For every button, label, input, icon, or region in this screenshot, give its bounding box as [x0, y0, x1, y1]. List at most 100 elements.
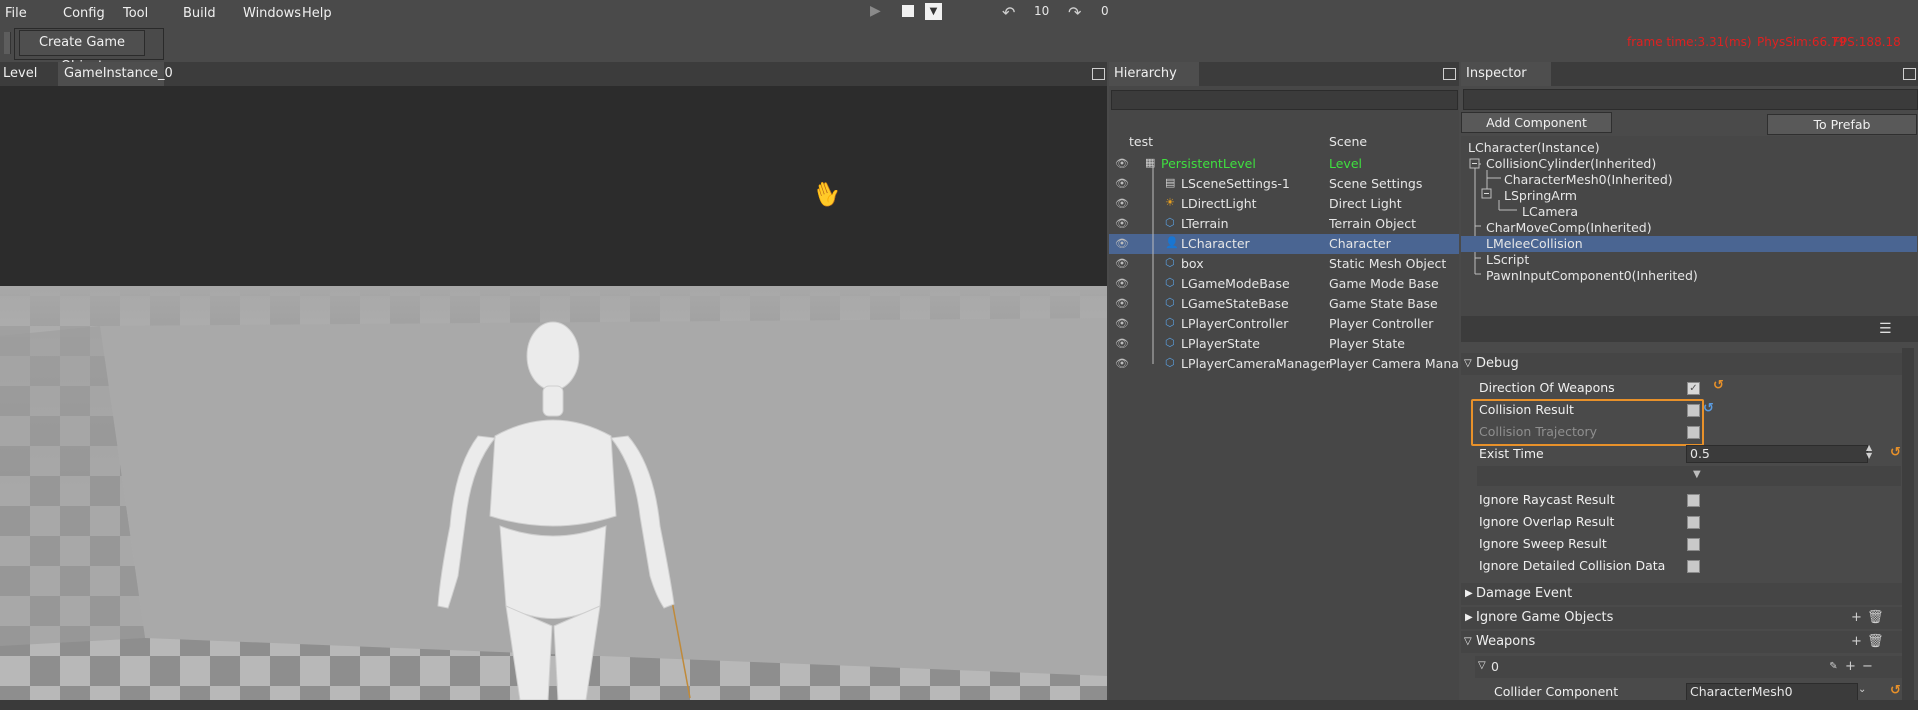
add-icon[interactable]: +	[1850, 635, 1863, 648]
inspector-search-input[interactable]	[1463, 89, 1918, 110]
damage-event-section-header[interactable]: ▶ Damage Event	[1461, 583, 1902, 605]
weapons-section-header[interactable]: ▽ Weapons + 🗑	[1461, 631, 1902, 653]
ignore-game-objects-section-header[interactable]: ▶ Ignore Game Objects + 🗑	[1461, 607, 1902, 629]
menu-windows[interactable]: Windows	[243, 6, 301, 21]
component-item[interactable]: LCamera	[1522, 204, 1578, 220]
component-tree: LCharacter(Instance) CollisionCylinder(I…	[1461, 136, 1917, 316]
game-viewport[interactable]: ✋	[0, 86, 1107, 700]
component-item[interactable]: LCharacter(Instance)	[1468, 140, 1600, 156]
ignore-detailed-checkbox[interactable]	[1687, 560, 1700, 573]
to-prefab-button[interactable]: To Prefab	[1767, 114, 1917, 135]
hierarchy-item-type: Player State	[1329, 336, 1405, 351]
collapsed-arrow-icon: ▶	[1465, 612, 1473, 623]
frame-time-stat: frame time:3.31(ms)	[1627, 35, 1752, 49]
collider-component-label: Collider Component	[1494, 684, 1619, 699]
play-mode-dropdown-icon[interactable]: ▼	[925, 3, 942, 20]
hierarchy-tree-lines	[1152, 166, 1154, 364]
hierarchy-item-type: Level	[1329, 156, 1362, 171]
reset-icon[interactable]: ↺	[1713, 378, 1724, 393]
tab-inspector[interactable]: Inspector	[1461, 62, 1551, 86]
ignore-sweep-checkbox[interactable]	[1687, 538, 1700, 551]
add-component-button[interactable]: Add Component	[1461, 112, 1612, 133]
damage-event-title: Damage Event	[1476, 586, 1573, 601]
hierarchy-item-name: LDirectLight	[1181, 196, 1257, 211]
debug-section-header[interactable]: ▽ Debug	[1461, 353, 1902, 375]
undo-icon[interactable]: ↶	[1002, 3, 1015, 22]
pin-icon[interactable]	[1092, 68, 1105, 80]
direction-of-weapons-checkbox[interactable]: ✓	[1687, 382, 1700, 395]
expanded-arrow-icon: ▽	[1464, 358, 1472, 369]
component-item[interactable]: CharacterMesh0(Inherited)	[1504, 172, 1673, 188]
hierarchy-item-name: LSceneSettings-1	[1181, 176, 1290, 191]
chevron-down-icon[interactable]: ⌄	[1858, 684, 1866, 695]
redo-icon[interactable]: ↷	[1068, 3, 1081, 22]
menu-file[interactable]: File	[5, 6, 27, 21]
weapon-index: 0	[1491, 659, 1499, 674]
expand-down-icon[interactable]: ▼	[1693, 469, 1701, 480]
hierarchy-item-name: box	[1181, 256, 1204, 271]
stop-icon[interactable]	[902, 5, 914, 17]
collision-result-label: Collision Result	[1479, 402, 1574, 417]
hierarchy-item-type: Game State Base	[1329, 296, 1438, 311]
redo-count: 0	[1101, 4, 1109, 18]
hierarchy-item-type: Static Mesh Object	[1329, 256, 1447, 271]
list-menu-icon[interactable]: ☰	[1879, 322, 1897, 336]
hierarchy-item-name: LPlayerController	[1181, 316, 1289, 331]
add-icon[interactable]: +	[1844, 660, 1857, 673]
hierarchy-item-name: LGameStateBase	[1181, 296, 1289, 311]
menu-bar: File Config Tool Build Windows Help ▶ ▼ …	[0, 0, 1918, 28]
trash-icon[interactable]: 🗑	[1867, 635, 1884, 648]
hierarchy-scene-name: test	[1129, 134, 1154, 149]
pin-icon[interactable]	[1903, 68, 1916, 80]
tab-hierarchy[interactable]: Hierarchy	[1109, 62, 1199, 86]
spinner-icon[interactable]: ▲ ▼	[1866, 444, 1872, 460]
weapon-0-header[interactable]: ▽ 0 ✎ + −	[1475, 656, 1902, 678]
hierarchy-item-type: Player Controller	[1329, 316, 1434, 331]
collider-component-select[interactable]: CharacterMesh0	[1686, 683, 1858, 701]
menu-build[interactable]: Build	[183, 6, 216, 21]
create-game-object-button[interactable]: Create Game Object	[19, 30, 145, 74]
hierarchy-item-type: Terrain Object	[1329, 216, 1416, 231]
toolbar-grip[interactable]	[4, 32, 11, 54]
edit-icon[interactable]: ✎	[1827, 660, 1840, 673]
ignore-raycast-checkbox[interactable]	[1687, 494, 1700, 507]
inspector-tabbar: Inspector	[1461, 62, 1918, 86]
remove-icon[interactable]: −	[1861, 660, 1874, 673]
fps-stat: FPS:188.18	[1833, 35, 1901, 49]
hierarchy-search-input[interactable]	[1111, 90, 1458, 110]
ignore-raycast-label: Ignore Raycast Result	[1479, 492, 1615, 507]
play-icon[interactable]: ▶	[870, 3, 881, 19]
reset-icon[interactable]: ↺	[1890, 445, 1901, 460]
menu-help[interactable]: Help	[302, 6, 332, 21]
reset-icon[interactable]: ↺	[1703, 401, 1714, 416]
component-item[interactable]: LSpringArm	[1504, 188, 1577, 204]
exist-time-expander[interactable]	[1477, 466, 1901, 486]
component-item[interactable]: PawnInputComponent0(Inherited)	[1486, 268, 1698, 284]
viewport-tabbar: Level GameInstance_0	[0, 62, 1107, 86]
add-icon[interactable]: +	[1850, 611, 1863, 624]
tab-gameinstance[interactable]: GameInstance_0	[58, 62, 173, 86]
pin-icon[interactable]	[1443, 68, 1456, 80]
inspector-scrollbar[interactable]	[1902, 348, 1914, 700]
component-item[interactable]: LScript	[1486, 252, 1529, 268]
hierarchy-item-name: LPlayerState	[1181, 336, 1260, 351]
hierarchy-tabbar: Hierarchy	[1109, 62, 1459, 86]
component-item-selected[interactable]: LMeleeCollision	[1486, 236, 1583, 252]
ignore-game-objects-title: Ignore Game Objects	[1476, 610, 1614, 625]
collision-trajectory-checkbox[interactable]	[1687, 426, 1700, 439]
exist-time-label: Exist Time	[1479, 446, 1544, 461]
component-item[interactable]: CharMoveComp(Inherited)	[1486, 220, 1652, 236]
debug-section-title: Debug	[1476, 356, 1519, 371]
menu-tool[interactable]: Tool	[123, 6, 148, 21]
menu-config[interactable]: Config	[63, 6, 105, 21]
collision-result-checkbox[interactable]	[1687, 404, 1700, 417]
exist-time-input[interactable]: 0.5	[1686, 445, 1868, 463]
hierarchy-scene-type: Scene	[1329, 134, 1368, 149]
tab-level[interactable]: Level	[0, 62, 61, 86]
component-item[interactable]: CollisionCylinder(Inherited)	[1486, 156, 1656, 172]
expanded-arrow-icon: ▽	[1478, 660, 1486, 671]
trash-icon[interactable]: 🗑	[1867, 611, 1884, 624]
reset-icon[interactable]: ↺	[1890, 683, 1901, 698]
hierarchy-item-type: Character	[1329, 236, 1391, 251]
ignore-overlap-checkbox[interactable]	[1687, 516, 1700, 529]
